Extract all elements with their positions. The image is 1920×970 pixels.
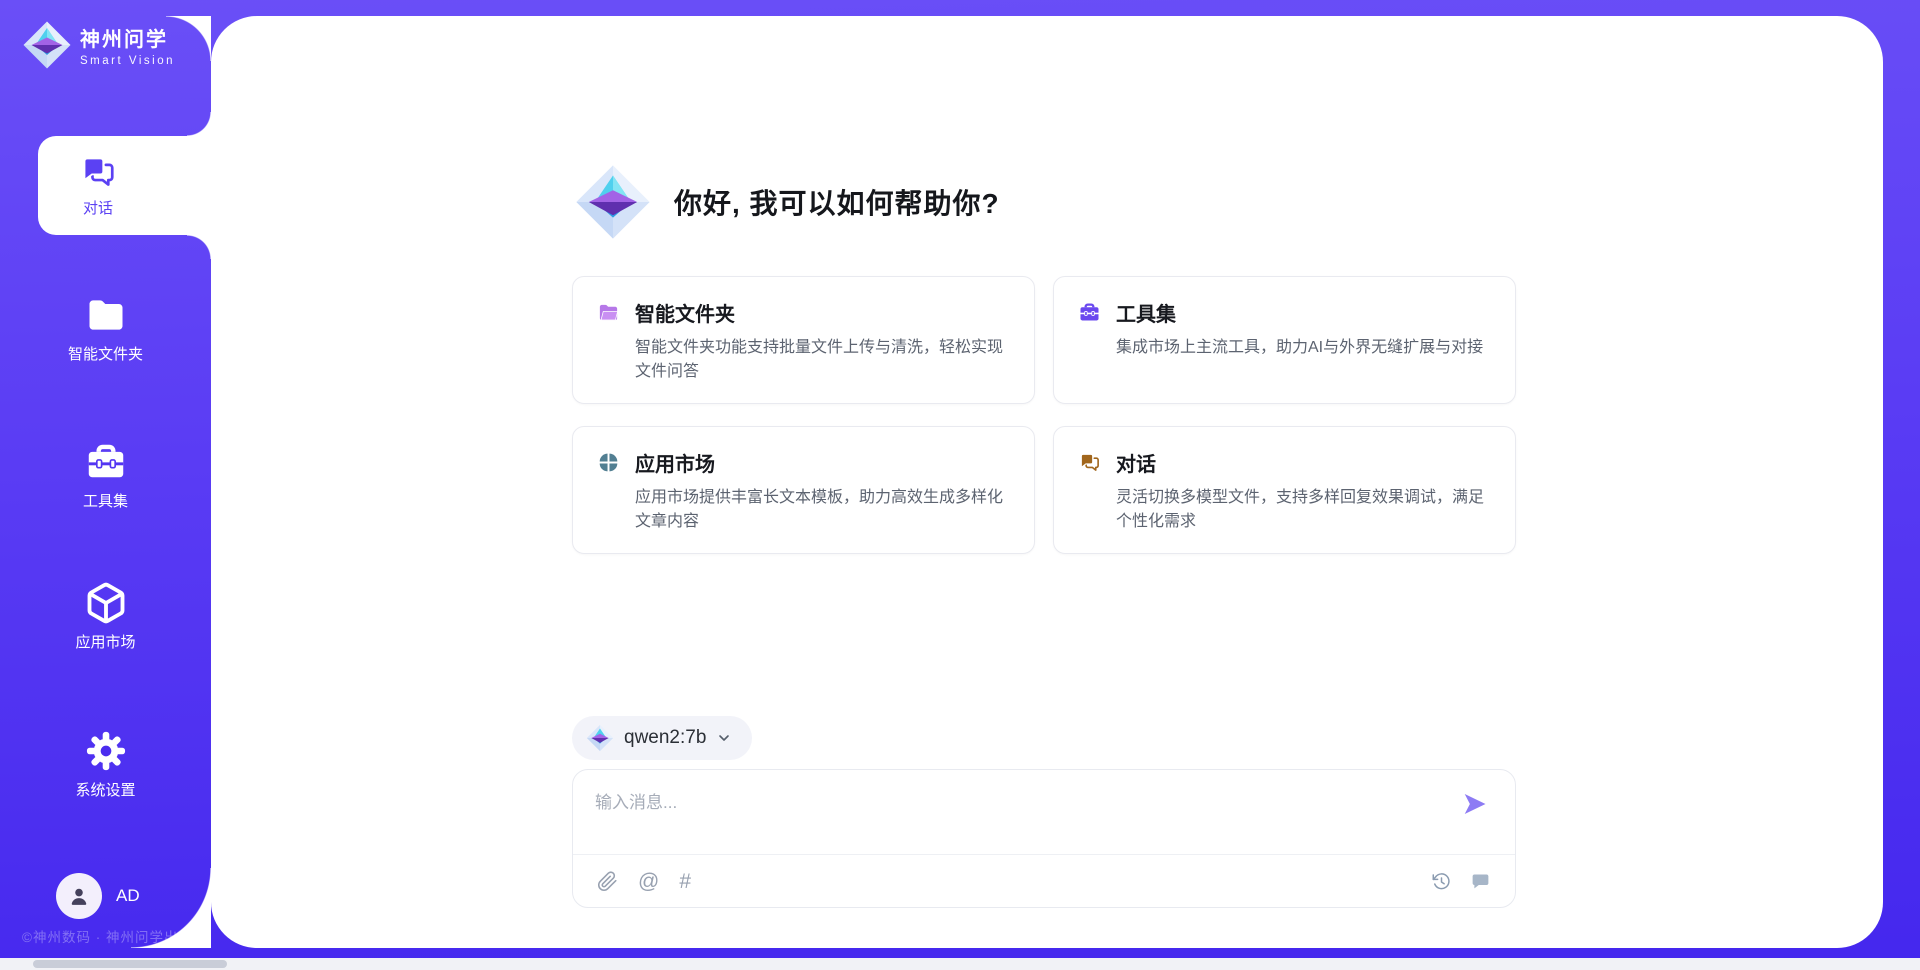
grid-icon (597, 451, 620, 474)
user-account[interactable]: AD (56, 873, 140, 919)
gear-icon (84, 729, 128, 773)
sidebar-item-settings[interactable]: 系统设置 (0, 729, 211, 800)
sidebar-footer-text: ©神州数码 · 神州问学出品 (22, 926, 193, 946)
send-icon[interactable] (1461, 790, 1489, 818)
card-title: 工具集 (1116, 298, 1176, 327)
cube-icon (84, 581, 128, 625)
toolbox-icon (84, 440, 128, 484)
card-title: 对话 (1116, 448, 1156, 477)
chat-bubble-icon[interactable] (1470, 871, 1491, 892)
feature-card-market[interactable]: 应用市场 应用市场提供丰富长文本模板，助力高效生成多样化文章内容 (572, 426, 1035, 554)
greeting-title: 你好, 我可以如何帮助你? (674, 182, 1000, 222)
model-selector[interactable]: qwen2:7b (572, 716, 752, 760)
folder-icon (597, 301, 620, 324)
sidebar-item-chat[interactable]: 对话 (38, 136, 158, 235)
hero: 你好, 我可以如何帮助你? (574, 163, 1000, 241)
feature-card-folders[interactable]: 智能文件夹 智能文件夹功能支持批量文件上传与清洗，轻松实现文件问答 (572, 276, 1035, 404)
sidebar-item-label: 智能文件夹 (68, 343, 143, 364)
toolbox-icon (1078, 301, 1101, 324)
sidebar-item-label: 系统设置 (75, 779, 135, 800)
chat-icon (1078, 451, 1101, 474)
chat-icon (79, 153, 117, 191)
message-composer: @ # (572, 769, 1516, 908)
card-description: 智能文件夹功能支持批量文件上传与清洗，轻松实现文件问答 (635, 336, 1010, 384)
card-description: 集成市场上主流工具，助力AI与外界无缝扩展与对接 (1116, 336, 1491, 360)
brand-subtitle: Smart Vision (80, 55, 175, 67)
sidebar-item-label: 工具集 (83, 490, 128, 511)
sidebar-item-market[interactable]: 应用市场 (0, 581, 211, 652)
user-name: AD (116, 886, 140, 906)
card-title: 应用市场 (635, 448, 715, 477)
paperclip-icon[interactable] (597, 871, 618, 892)
card-description: 应用市场提供丰富长文本模板，助力高效生成多样化文章内容 (635, 486, 1010, 534)
model-diamond-logo-icon (586, 724, 614, 752)
sidebar-item-label: 应用市场 (75, 631, 135, 652)
chevron-down-icon (716, 730, 732, 746)
sidebar-item-tools[interactable]: 工具集 (0, 440, 211, 511)
active-tab-fillet-bottom (187, 235, 211, 259)
sidebar-item-label: 对话 (83, 197, 113, 218)
horizontal-scrollbar-thumb[interactable] (33, 960, 227, 968)
avatar (56, 873, 102, 919)
sidebar-item-folders[interactable]: 智能文件夹 (0, 293, 211, 364)
feature-card-chat[interactable]: 对话 灵活切换多模型文件，支持多样回复效果调试，满足个性化需求 (1053, 426, 1516, 554)
person-icon (66, 883, 92, 909)
history-icon[interactable] (1431, 871, 1452, 892)
hero-diamond-logo-icon (574, 163, 652, 241)
model-name: qwen2:7b (624, 727, 706, 749)
card-title: 智能文件夹 (635, 298, 735, 327)
horizontal-scrollbar (0, 958, 1920, 970)
feature-card-tools[interactable]: 工具集 集成市场上主流工具，助力AI与外界无缝扩展与对接 (1053, 276, 1516, 404)
brand: 神州问学 Smart Vision (22, 20, 175, 70)
brand-name: 神州问学 (80, 23, 175, 52)
brand-diamond-logo-icon (22, 20, 72, 70)
at-icon[interactable]: @ (638, 871, 659, 892)
message-input[interactable] (595, 784, 1415, 822)
folder-icon (84, 293, 128, 337)
hash-icon[interactable]: # (679, 871, 691, 892)
active-tab-fillet-top (187, 112, 211, 136)
card-description: 灵活切换多模型文件，支持多样回复效果调试，满足个性化需求 (1116, 486, 1491, 534)
